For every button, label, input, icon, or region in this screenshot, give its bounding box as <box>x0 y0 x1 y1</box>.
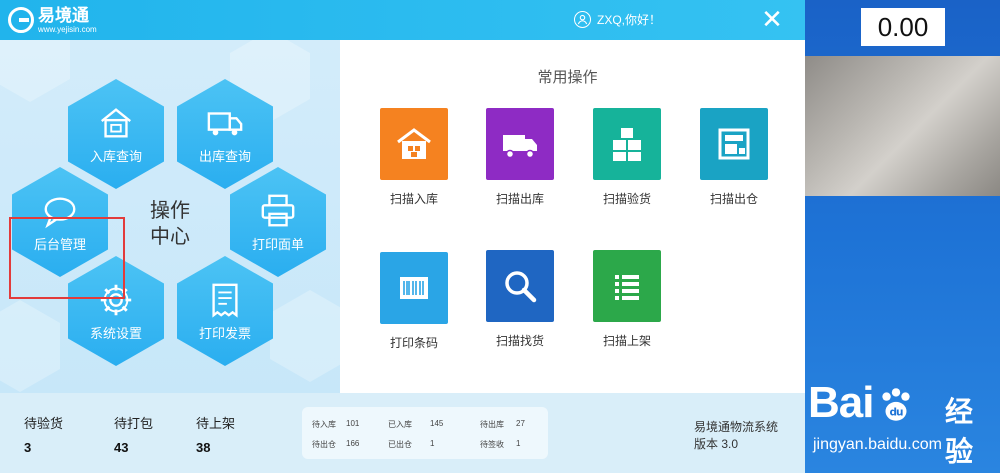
op-print-barcode[interactable]: 打印条码 <box>364 252 464 351</box>
op-scan-find-goods[interactable]: 扫描找货 <box>470 250 570 349</box>
shelf-box-icon <box>718 128 750 160</box>
invoice-icon <box>212 283 238 318</box>
truck-icon <box>207 111 243 135</box>
operation-center-panel: 入库查询 出库查询 后台管理 打印面单 系统设置 打印发票 操作 中心 <box>0 40 340 393</box>
stat-pending-shelving: 待上架 38 <box>196 416 236 455</box>
op-scan-outbound[interactable]: 扫描出库 <box>470 108 570 207</box>
barcode-icon <box>400 277 428 299</box>
mini-stats-box: 待入库 101 已入库 145 待出库 27 待出仓 166 已出仓 1 待签收… <box>302 407 548 459</box>
warehouse-icon <box>397 128 431 159</box>
common-operations-panel: 常用操作 扫描入库 扫描出库 扫描验货 扫描出仓 打印条码 扫描找货 扫描上架 <box>340 40 805 393</box>
app-logo: 易境通 www.yejisin.com <box>8 4 97 36</box>
user-icon <box>574 11 591 28</box>
system-version: 版本 3.0 <box>694 437 739 451</box>
logo-text: 易境通 <box>38 5 89 25</box>
list-icon <box>615 275 639 300</box>
status-bar: 待验货 3 待打包 43 待上架 38 待入库 101 已入库 145 待出库 … <box>0 393 805 473</box>
op-scan-inbound[interactable]: 扫描入库 <box>364 108 464 207</box>
truck-icon <box>503 135 537 159</box>
baidu-logo: Bai du <box>808 378 919 428</box>
operation-center-label: 操作 中心 <box>150 200 190 248</box>
hex-print-waybill[interactable]: 打印面单 <box>230 167 326 277</box>
svg-text:du: du <box>890 407 903 419</box>
background-photo <box>805 56 1000 196</box>
user-greeting-text: ZXQ,你好！ <box>597 13 662 27</box>
boxes-icon <box>613 128 641 161</box>
magnifier-icon <box>505 271 537 303</box>
warehouse-icon <box>101 107 131 137</box>
printer-icon <box>261 194 295 226</box>
op-scan-dispatch[interactable]: 扫描出仓 <box>684 108 784 207</box>
title-bar: 易境通 www.yejisin.com ZXQ,你好！ ✕ <box>0 0 805 40</box>
close-icon: ✕ <box>761 4 783 34</box>
logo-mark-icon <box>8 7 34 33</box>
common-ops-title: 常用操作 <box>537 69 598 86</box>
selection-highlight-box <box>9 217 125 299</box>
user-greeting[interactable]: ZXQ,你好！ <box>574 11 661 28</box>
op-scan-shelving[interactable]: 扫描上架 <box>577 250 677 349</box>
logo-url: www.yejisin.com <box>38 24 97 34</box>
baidu-url: jingyan.baidu.com <box>813 436 942 453</box>
bg-hex-decor <box>0 40 70 102</box>
op-scan-inspection[interactable]: 扫描验货 <box>577 108 677 207</box>
paw-icon: du <box>882 388 911 422</box>
hex-inbound-query[interactable]: 入库查询 <box>68 79 164 189</box>
baidu-watermark: Bai du 经验 jingyan.baidu.com <box>808 368 998 468</box>
counter-display: 0.00 <box>861 8 945 46</box>
bg-hex-decor <box>270 290 340 382</box>
app-window: 易境通 www.yejisin.com ZXQ,你好！ ✕ 入库查询 出库查询 <box>0 0 805 473</box>
close-button[interactable]: ✕ <box>760 4 784 34</box>
hex-print-invoice[interactable]: 打印发票 <box>177 256 273 366</box>
stat-pending-packing: 待打包 43 <box>114 416 154 455</box>
baidu-jingyan-text: 经验 <box>945 396 974 467</box>
system-name: 易境通物流系统 <box>694 420 779 434</box>
bg-hex-decor <box>0 300 60 392</box>
stat-pending-inspection: 待验货 3 <box>24 416 64 455</box>
